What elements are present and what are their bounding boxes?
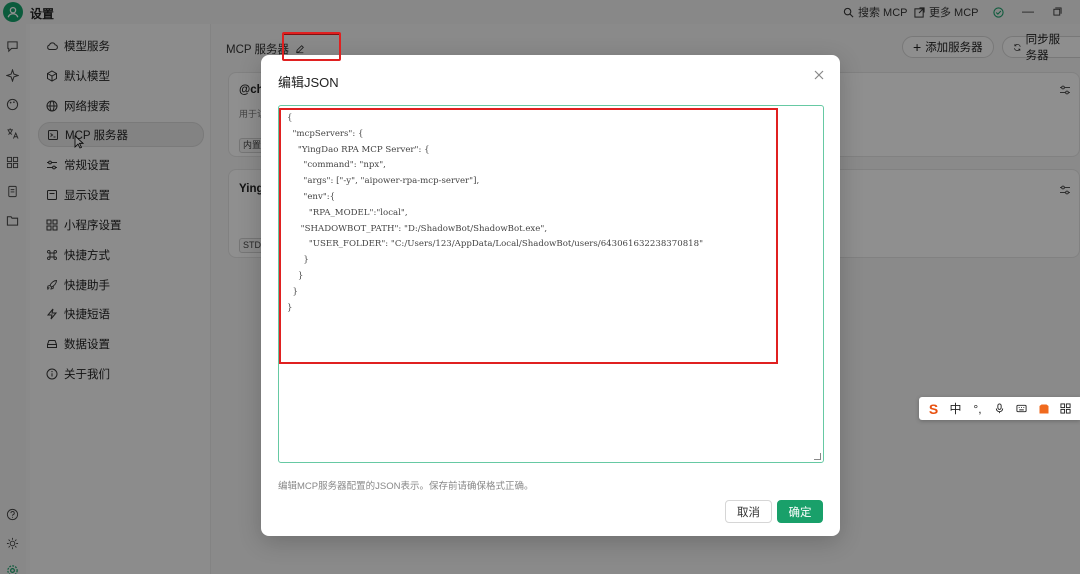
dialog-title: 编辑JSON [278, 75, 339, 90]
microphone-icon[interactable] [990, 400, 1009, 418]
confirm-button[interactable]: 确定 [777, 500, 823, 523]
close-icon[interactable] [812, 68, 826, 82]
cancel-button[interactable]: 取消 [725, 500, 772, 523]
code-highlight-box [279, 108, 778, 364]
toolbox-grid-icon[interactable] [1056, 400, 1075, 418]
ime-punct-toggle[interactable]: °, [968, 400, 987, 418]
keyboard-icon[interactable] [1012, 400, 1031, 418]
title-highlight-box [282, 32, 341, 61]
sogou-logo-icon[interactable]: S [924, 400, 943, 418]
resize-handle[interactable] [814, 453, 821, 460]
ime-toolbar: S 中 °, [919, 397, 1080, 420]
dialog-hint: 编辑MCP服务器配置的JSON表示。保存前请确保格式正确。 [278, 481, 534, 492]
ime-lang-toggle[interactable]: 中 [946, 400, 965, 418]
skin-icon[interactable] [1034, 400, 1053, 418]
